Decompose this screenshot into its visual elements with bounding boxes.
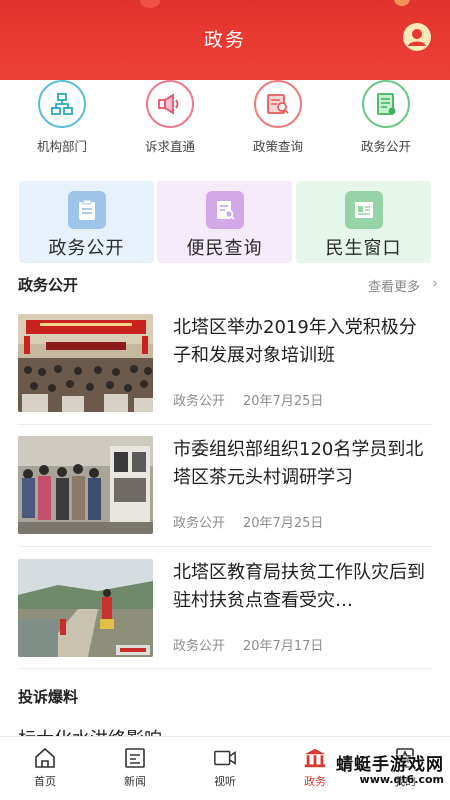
tab-news[interactable]: 新闻 bbox=[90, 737, 180, 800]
tab-video[interactable]: 视听 bbox=[180, 737, 270, 800]
news-item[interactable]: 北塔区举办2019年入党积极分子和发展对象培训班 政务公开 20年7月25日 bbox=[18, 314, 432, 418]
news-thumbnail bbox=[18, 314, 153, 412]
top-bar: 政务 bbox=[0, 0, 450, 80]
view-more-link[interactable]: 查看更多 bbox=[368, 276, 420, 295]
chevron-right-icon[interactable]: › bbox=[432, 274, 438, 292]
tab-home[interactable]: 首页 bbox=[0, 737, 90, 800]
card-label: 便民查询 bbox=[186, 238, 263, 259]
watermark-url: www.qt6.com bbox=[359, 773, 444, 786]
news-source: 政务公开 bbox=[173, 639, 226, 654]
news-date: 20年7月17日 bbox=[243, 639, 324, 654]
quick-label: 诉求直通 bbox=[144, 139, 195, 154]
news-thumbnail bbox=[18, 559, 153, 657]
quick-gov-open[interactable]: 政务公开 bbox=[336, 80, 436, 155]
watermark: 蜻蜓手游戏网 www.qt6.com bbox=[294, 740, 444, 794]
page-title: 政务 bbox=[203, 29, 246, 51]
document-icon bbox=[362, 80, 410, 128]
user-avatar-icon[interactable] bbox=[403, 23, 431, 51]
policy-search-icon bbox=[254, 80, 302, 128]
tab-label: 新闻 bbox=[124, 775, 146, 788]
app-screen: 政务 机构部门 诉求直通 政策查询 政务公开 政务公开 便民查询 民生窗口 政务… bbox=[0, 0, 450, 800]
quick-policy-query[interactable]: 政策查询 bbox=[228, 80, 328, 155]
divider bbox=[18, 546, 432, 547]
news-title: 市委组织部组织120名学员到北塔区茶元头村调研学习 bbox=[173, 439, 424, 488]
news-source: 政务公开 bbox=[173, 516, 226, 531]
news-icon bbox=[123, 747, 147, 769]
card-livelihood-window[interactable]: 民生窗口 bbox=[296, 181, 431, 263]
card-gov-open[interactable]: 政务公开 bbox=[19, 181, 154, 263]
video-icon bbox=[213, 747, 237, 769]
tab-label: 视听 bbox=[214, 775, 236, 788]
quick-appeal-direct[interactable]: 诉求直通 bbox=[120, 80, 220, 155]
section-title: 政务公开 bbox=[18, 276, 79, 294]
card-citizen-query[interactable]: 便民查询 bbox=[157, 181, 292, 263]
doc-search-icon bbox=[205, 191, 244, 229]
news-item[interactable]: 北塔区教育局扶贫工作队灾后到驻村扶贫点查看受灾… 政务公开 20年7月17日 bbox=[18, 559, 432, 663]
card-label: 民生窗口 bbox=[325, 238, 402, 259]
header-decoration bbox=[140, 0, 160, 8]
header-decoration bbox=[394, 0, 410, 6]
feature-cards: 政务公开 便民查询 民生窗口 bbox=[19, 181, 431, 263]
tab-label: 首页 bbox=[34, 775, 56, 788]
watermark-name: 蜻蜓手游戏网 bbox=[336, 755, 444, 775]
home-icon bbox=[33, 747, 57, 769]
news-item[interactable]: 市委组织部组织120名学员到北塔区茶元头村调研学习 政务公开 20年7月25日 bbox=[18, 436, 432, 540]
complaint-section-title: 投诉爆料 bbox=[18, 688, 79, 706]
news-date: 20年7月25日 bbox=[243, 394, 324, 409]
news-thumbnail bbox=[18, 436, 153, 534]
divider bbox=[18, 668, 432, 669]
news-title: 北塔区教育局扶贫工作队灾后到驻村扶贫点查看受灾… bbox=[173, 562, 425, 611]
quick-label: 政务公开 bbox=[360, 139, 411, 154]
section-header: 政务公开 查看更多 › bbox=[18, 272, 438, 296]
quick-label: 政策查询 bbox=[252, 139, 303, 154]
megaphone-icon bbox=[146, 80, 194, 128]
clipboard-icon bbox=[67, 191, 106, 229]
org-chart-icon bbox=[38, 80, 86, 128]
quick-entry-row: 机构部门 诉求直通 政策查询 政务公开 bbox=[0, 80, 450, 172]
news-source: 政务公开 bbox=[173, 394, 226, 409]
card-label: 政务公开 bbox=[48, 238, 125, 259]
id-card-icon bbox=[344, 191, 383, 229]
quick-org-departments[interactable]: 机构部门 bbox=[12, 80, 112, 155]
news-title: 北塔区举办2019年入党积极分子和发展对象培训班 bbox=[173, 317, 417, 366]
quick-label: 机构部门 bbox=[36, 139, 87, 154]
divider bbox=[18, 424, 432, 425]
news-date: 20年7月25日 bbox=[243, 516, 324, 531]
